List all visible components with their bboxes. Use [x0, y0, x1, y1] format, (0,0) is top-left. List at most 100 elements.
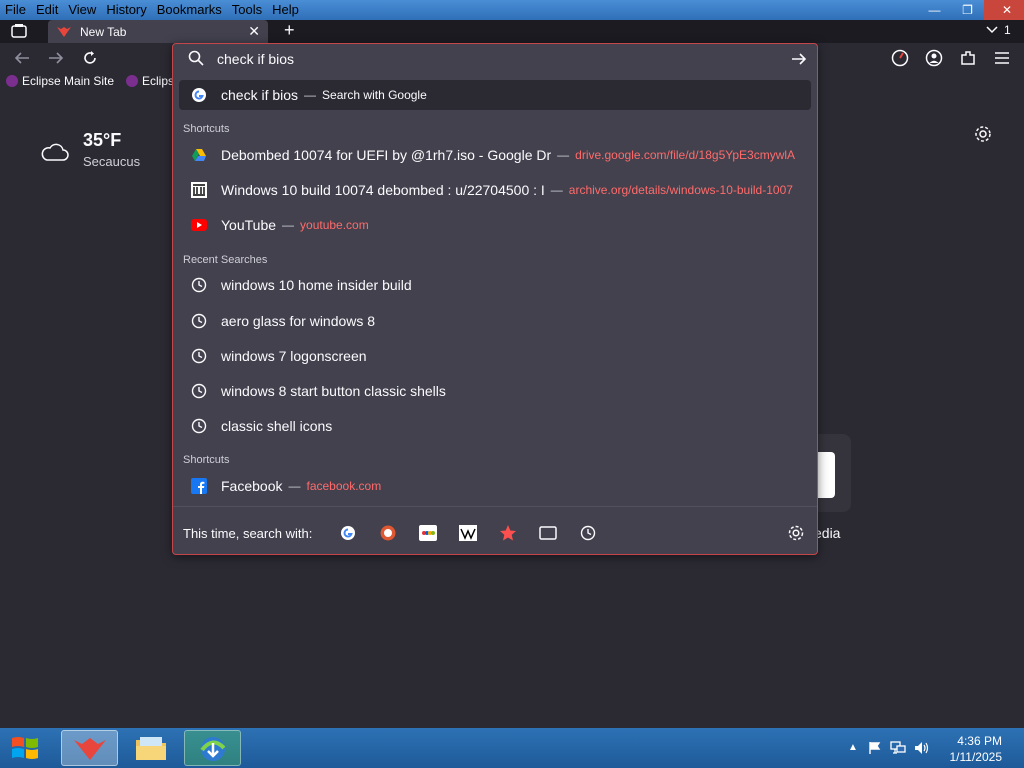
menu-bar: File Edit View History Bookmarks Tools H… — [0, 0, 1024, 20]
windows-logo-icon — [12, 737, 38, 759]
tab-strip: New Tab ✕ + 1 — [0, 20, 1024, 43]
taskbar-browser[interactable] — [61, 730, 118, 766]
ebay-icon[interactable] — [419, 524, 437, 542]
google-icon[interactable] — [339, 524, 357, 542]
start-button[interactable] — [10, 734, 40, 767]
recent-search-row[interactable]: windows 8 start button classic shells — [179, 376, 811, 406]
shortcut-row[interactable]: Facebook — facebook.com — [179, 471, 811, 501]
bookmark-label: Eclipse Main Site — [22, 74, 115, 88]
tab-overview-icon[interactable] — [10, 23, 28, 44]
menu-tools[interactable]: Tools — [227, 0, 267, 20]
recent-search-row[interactable]: aero glass for windows 8 — [179, 306, 811, 336]
shortcut-row[interactable]: YouTube — youtube.com — [179, 210, 811, 240]
tab-new-tab[interactable]: New Tab ✕ — [48, 20, 268, 43]
bookmark-eclipse[interactable]: Eclips — [126, 74, 174, 88]
recent-search-text: classic shell icons — [221, 418, 333, 434]
account-icon[interactable] — [923, 47, 945, 69]
separator: — — [557, 148, 570, 162]
wikipedia-icon[interactable] — [459, 524, 477, 542]
duckduckgo-icon[interactable] — [379, 524, 397, 542]
facebook-icon — [191, 478, 207, 494]
taskbar-clock[interactable]: 4:36 PM 1/11/2025 — [950, 733, 1003, 765]
restore-button[interactable]: ❐ — [951, 0, 984, 20]
separator: — — [288, 479, 301, 493]
suggestion-search-google[interactable]: check if bios — Search with Google — [179, 80, 811, 110]
search-settings-gear-icon[interactable] — [787, 524, 805, 542]
tab-list-button[interactable]: 1 — [986, 23, 1011, 37]
recent-search-row[interactable]: windows 10 home insider build — [179, 270, 811, 300]
one-off-label: This time, search with: — [183, 526, 313, 541]
menu-help[interactable]: Help — [267, 0, 304, 20]
suggestion-action: Search with Google — [322, 88, 427, 102]
recent-search-text: windows 7 logonscreen — [221, 348, 367, 364]
urlbar-dropdown: check if bios — Search with Google Short… — [172, 43, 818, 555]
bookmarks-star-icon[interactable] — [499, 524, 517, 542]
clock-icon — [191, 418, 207, 434]
page-settings-icon[interactable] — [973, 124, 993, 149]
clock-date: 1/11/2025 — [949, 750, 1003, 764]
shortcut-row[interactable]: Windows 10 build 10074 debombed : u/2270… — [179, 175, 811, 205]
clock-icon — [191, 383, 207, 399]
eclipse-logo-icon — [126, 75, 138, 87]
menu-view[interactable]: View — [63, 0, 101, 20]
shortcut-title: Facebook — [221, 478, 283, 494]
download-manager-icon — [200, 737, 226, 761]
separator: — — [550, 183, 563, 197]
system-tray: ▲ 4:36 PM 1/11/2025 — [834, 728, 1024, 768]
clock-time: 4:36 PM — [957, 734, 1002, 748]
tab-close-icon[interactable]: ✕ — [248, 23, 260, 40]
shortcut-title: Debombed 10074 for UEFI by @1rh7.iso - G… — [221, 147, 552, 163]
menu-bookmarks[interactable]: Bookmarks — [152, 0, 227, 20]
network-icon[interactable] — [890, 741, 906, 755]
folder-icon — [136, 737, 166, 760]
history-clock-icon[interactable] — [579, 524, 597, 542]
recent-search-text: windows 8 start button classic shells — [221, 383, 446, 399]
archive-org-icon — [191, 182, 207, 198]
shortcuts-heading: Shortcuts — [183, 123, 230, 135]
chevron-down-icon — [986, 26, 998, 34]
new-tab-button[interactable]: + — [284, 20, 295, 41]
shortcuts-heading: Shortcuts — [183, 454, 230, 466]
tabs-icon[interactable] — [539, 524, 557, 542]
show-hidden-icons-icon[interactable]: ▲ — [848, 742, 858, 753]
reload-icon[interactable] — [79, 47, 101, 69]
menu-history[interactable]: History — [101, 0, 151, 20]
cloud-icon — [41, 143, 69, 161]
recent-search-row[interactable]: classic shell icons — [179, 411, 811, 441]
urlbar-input[interactable] — [217, 50, 777, 68]
back-arrow-icon[interactable] — [11, 47, 33, 69]
volume-icon[interactable] — [914, 741, 930, 755]
close-window-button[interactable]: ✕ — [984, 0, 1024, 20]
bookmark-label: Eclips — [142, 74, 175, 88]
menu-file[interactable]: File — [0, 0, 31, 20]
tab-label: New Tab — [80, 24, 127, 39]
shortcut-row[interactable]: Debombed 10074 for UEFI by @1rh7.iso - G… — [179, 140, 811, 170]
menu-edit[interactable]: Edit — [31, 0, 63, 20]
shortcut-title: Windows 10 build 10074 debombed : u/2270… — [221, 182, 545, 198]
recent-searches-heading: Recent Searches — [183, 254, 268, 266]
bookmark-eclipse-main-site[interactable]: Eclipse Main Site — [6, 74, 114, 88]
arrow-right-icon[interactable] — [791, 52, 807, 66]
extensions-icon[interactable] — [957, 47, 979, 69]
shortcut-url: archive.org/details/windows-10-build-100… — [568, 183, 793, 197]
one-off-search-bar: This time, search with: — [173, 506, 817, 554]
taskbar-download-manager[interactable] — [184, 730, 241, 766]
eclipse-logo-icon — [6, 75, 18, 87]
taskbar-file-explorer[interactable] — [122, 730, 179, 766]
minimize-button[interactable]: — — [918, 0, 951, 20]
recent-search-row[interactable]: windows 7 logonscreen — [179, 341, 811, 371]
recent-search-text: aero glass for windows 8 — [221, 313, 376, 329]
window-controls: — ❐ ✕ — [918, 0, 1024, 20]
urlbar-input-row — [173, 44, 817, 74]
browser-logo-icon — [57, 26, 71, 37]
weather-city: Secaucus — [83, 154, 141, 169]
forward-arrow-icon[interactable] — [45, 47, 67, 69]
clock-icon — [191, 277, 207, 293]
youtube-icon — [191, 217, 207, 233]
action-center-flag-icon[interactable] — [868, 741, 882, 755]
hamburger-menu-icon[interactable] — [991, 47, 1013, 69]
separator: — — [282, 218, 295, 232]
shortcut-url: facebook.com — [306, 479, 382, 493]
google-icon — [191, 87, 207, 103]
timer-icon[interactable] — [889, 47, 911, 69]
